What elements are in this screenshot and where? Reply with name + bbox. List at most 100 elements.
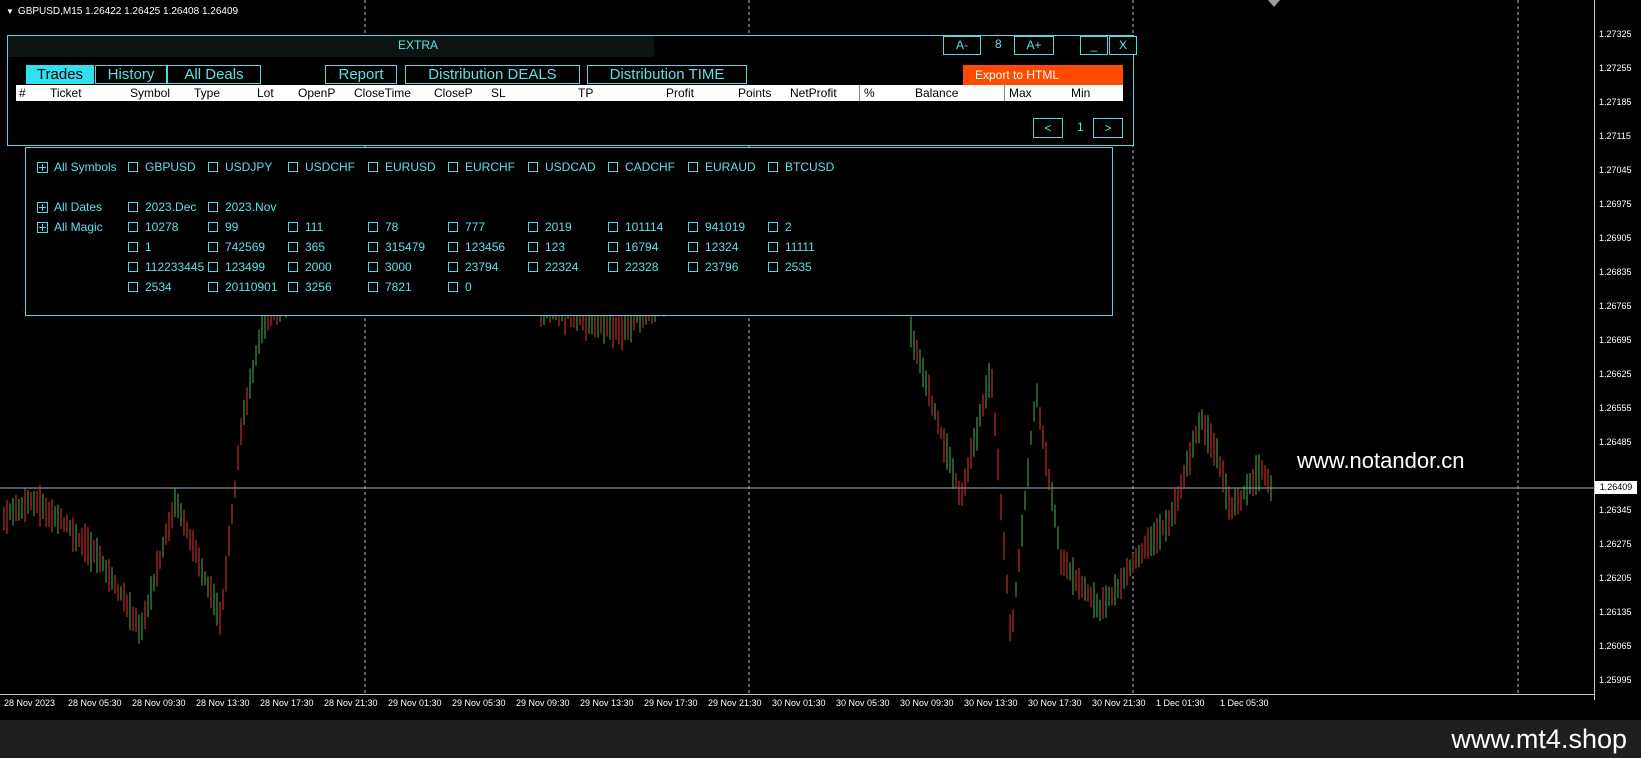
symbol-quote-text: GBPUSD,M15 1.26422 1.26425 1.26408 1.264…	[17, 6, 239, 17]
checkbox[interactable]	[448, 162, 458, 172]
checkbox[interactable]	[368, 282, 378, 292]
checkbox-label: 23796	[705, 260, 739, 274]
column-header[interactable]: Max	[1009, 86, 1032, 100]
tab-distribution-time[interactable]: Distribution TIME	[587, 65, 747, 84]
checkbox[interactable]	[768, 162, 778, 172]
time-tick-label: 29 Nov 17:30	[644, 698, 698, 708]
column-header[interactable]: CloseTime	[354, 86, 411, 100]
pager-prev-button[interactable]: <	[1033, 118, 1063, 138]
checkbox[interactable]	[128, 262, 138, 272]
column-header[interactable]: Type	[194, 86, 220, 100]
chart-shift-marker-icon	[1268, 0, 1280, 7]
column-header[interactable]: Points	[738, 86, 771, 100]
checkbox[interactable]	[208, 282, 218, 292]
checkbox[interactable]	[688, 262, 698, 272]
checkbox[interactable]	[128, 222, 138, 232]
checkbox[interactable]	[768, 242, 778, 252]
checkbox[interactable]	[608, 262, 618, 272]
checkbox[interactable]	[288, 222, 298, 232]
checkbox[interactable]	[688, 242, 698, 252]
pager-page-number: 1	[1077, 120, 1084, 134]
checkbox[interactable]	[528, 222, 538, 232]
checkbox[interactable]	[688, 222, 698, 232]
column-header[interactable]: SL	[491, 86, 506, 100]
tab-trades[interactable]: Trades	[26, 65, 94, 84]
checkbox-label: 365	[305, 240, 326, 254]
column-header[interactable]: Balance	[915, 86, 958, 100]
checkbox-label: 3256	[305, 280, 332, 294]
checkbox[interactable]	[448, 262, 458, 272]
column-header[interactable]: Profit	[666, 86, 694, 100]
checkbox[interactable]	[448, 282, 458, 292]
chart-symbol-header: ▼ GBPUSD,M15 1.26422 1.26425 1.26408 1.26…	[6, 6, 238, 17]
pager-next-button[interactable]: >	[1093, 118, 1123, 138]
all-magic-label[interactable]: All Magic	[54, 220, 103, 234]
price-tick-label: 1.26555	[1599, 403, 1632, 413]
tab-distribution-deals[interactable]: Distribution DEALS	[405, 65, 580, 84]
tab-all-deals[interactable]: All Deals	[167, 65, 261, 84]
checkbox[interactable]	[128, 282, 138, 292]
checkbox[interactable]	[208, 242, 218, 252]
column-header[interactable]: #	[19, 86, 26, 100]
checkbox[interactable]	[768, 262, 778, 272]
checkbox[interactable]	[528, 262, 538, 272]
column-header[interactable]: Min	[1071, 86, 1090, 100]
checkbox[interactable]	[368, 162, 378, 172]
all-symbols-label[interactable]: All Symbols	[54, 160, 117, 174]
checkbox[interactable]	[768, 222, 778, 232]
checkbox-label: USDJPY	[225, 160, 273, 174]
checkbox[interactable]	[608, 242, 618, 252]
export-html-button[interactable]: Export to HTML	[963, 65, 1123, 85]
tab-report[interactable]: Report	[325, 65, 397, 84]
tab-history[interactable]: History	[95, 65, 167, 84]
expand-dates-icon[interactable]	[37, 202, 48, 213]
checkbox[interactable]	[608, 222, 618, 232]
checkbox[interactable]	[208, 162, 218, 172]
checkbox[interactable]	[128, 162, 138, 172]
expand-magic-icon[interactable]	[37, 222, 48, 233]
price-tick-label: 1.26135	[1599, 607, 1632, 617]
checkbox-label: 2534	[145, 280, 172, 294]
checkbox[interactable]	[528, 242, 538, 252]
time-tick-label: 1 Dec 01:30	[1156, 698, 1205, 708]
checkbox[interactable]	[448, 222, 458, 232]
checkbox[interactable]	[528, 162, 538, 172]
minimize-button[interactable]: _	[1080, 36, 1108, 55]
column-header[interactable]: Lot	[257, 86, 274, 100]
font-decrease-button[interactable]: A-	[943, 36, 981, 55]
time-tick-label: 28 Nov 05:30	[68, 698, 122, 708]
checkbox[interactable]	[128, 202, 138, 212]
checkbox[interactable]	[208, 222, 218, 232]
checkbox[interactable]	[208, 202, 218, 212]
checkbox[interactable]	[368, 222, 378, 232]
checkbox[interactable]	[288, 162, 298, 172]
column-header[interactable]: NetProfit	[790, 86, 837, 100]
price-tick-label: 1.26625	[1599, 369, 1632, 379]
column-header[interactable]: CloseP	[434, 86, 473, 100]
chart-menu-arrow-icon[interactable]: ▼	[6, 7, 14, 16]
column-header[interactable]: Ticket	[50, 86, 82, 100]
column-header[interactable]: %	[864, 86, 875, 100]
checkbox-label: 16794	[625, 240, 659, 254]
checkbox[interactable]	[208, 262, 218, 272]
close-button[interactable]: X	[1109, 36, 1137, 55]
expand-symbols-icon[interactable]	[37, 162, 48, 173]
checkbox[interactable]	[288, 282, 298, 292]
checkbox[interactable]	[608, 162, 618, 172]
checkbox[interactable]	[368, 242, 378, 252]
bottom-brand-bar: www.mt4.shop	[0, 720, 1641, 758]
column-header[interactable]: TP	[578, 86, 593, 100]
column-header[interactable]: Symbol	[130, 86, 170, 100]
price-tick-label: 1.26485	[1599, 437, 1632, 447]
font-increase-button[interactable]: A+	[1014, 36, 1054, 55]
column-header[interactable]: OpenP	[298, 86, 335, 100]
checkbox[interactable]	[128, 242, 138, 252]
checkbox[interactable]	[288, 242, 298, 252]
all-dates-label[interactable]: All Dates	[54, 200, 102, 214]
checkbox[interactable]	[448, 242, 458, 252]
checkbox-label: 112233445	[145, 260, 205, 274]
checkbox[interactable]	[368, 262, 378, 272]
checkbox[interactable]	[288, 262, 298, 272]
time-tick-label: 1 Dec 05:30	[1220, 698, 1269, 708]
checkbox[interactable]	[688, 162, 698, 172]
